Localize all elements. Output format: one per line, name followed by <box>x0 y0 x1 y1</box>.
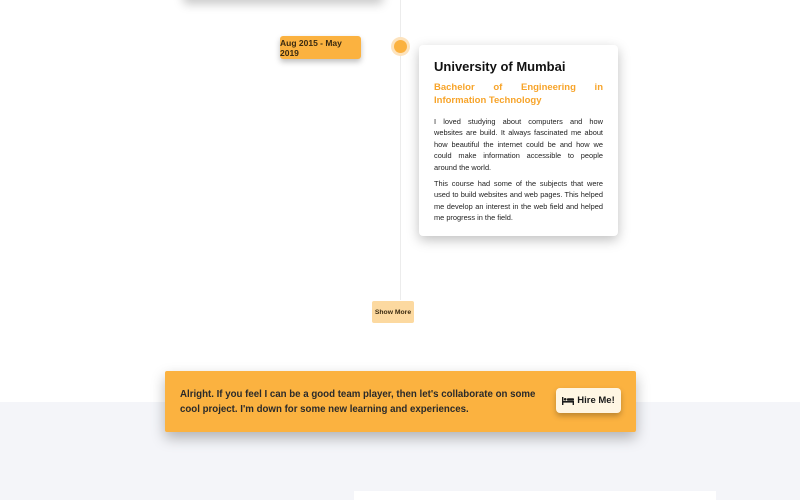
footer-card <box>354 491 716 500</box>
timeline-dot <box>394 40 407 53</box>
hire-cta-banner: Alright. If you feel I can be a good tea… <box>165 371 636 432</box>
degree-title: Bachelor of Engineering in Information T… <box>434 82 603 106</box>
hire-me-label: Hire Me! <box>577 395 615 406</box>
cta-message: Alright. If you feel I can be a good tea… <box>180 389 536 415</box>
bed-icon <box>562 397 575 405</box>
education-description: This course had some of the subjects tha… <box>434 179 603 223</box>
timeline-date-badge: Aug 2015 - May 2019 <box>280 36 361 59</box>
education-card: University of Mumbai Bachelor of Enginee… <box>419 45 618 236</box>
hire-me-button[interactable]: Hire Me! <box>556 388 621 413</box>
institution-name: University of Mumbai <box>434 59 566 74</box>
show-more-button[interactable]: Show More <box>372 301 414 323</box>
education-description: I loved studying about computers and how… <box>434 117 603 172</box>
